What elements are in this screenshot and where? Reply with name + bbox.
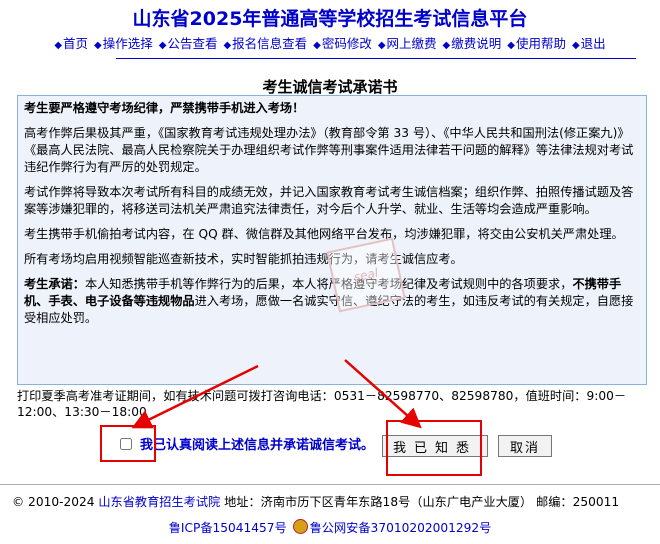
copyright: © 2010-2024 (12, 495, 95, 509)
icp-link[interactable]: 鲁ICP备15041457号 (169, 521, 287, 535)
arrow-to-button (344, 359, 422, 429)
org-link[interactable]: 山东省教育招生考试院 (98, 495, 220, 509)
footer-registration: 鲁ICP备15041457号 鲁公网安备37010202001292号 (0, 518, 660, 536)
annotation-arrows (131, 359, 422, 429)
footer-divider (0, 484, 660, 485)
police-link[interactable]: 鲁公网安备37010202001292号 (310, 521, 492, 535)
arrow-to-checkbox (131, 364, 259, 429)
footer-info: © 2010-2024 山东省教育招生考试院 地址：济南市历下区青年东路18号（… (12, 492, 619, 510)
police-badge-icon (292, 519, 308, 534)
address: 地址：济南市历下区青年东路18号（山东广电产业大厦） 邮编：250011 (224, 495, 620, 509)
